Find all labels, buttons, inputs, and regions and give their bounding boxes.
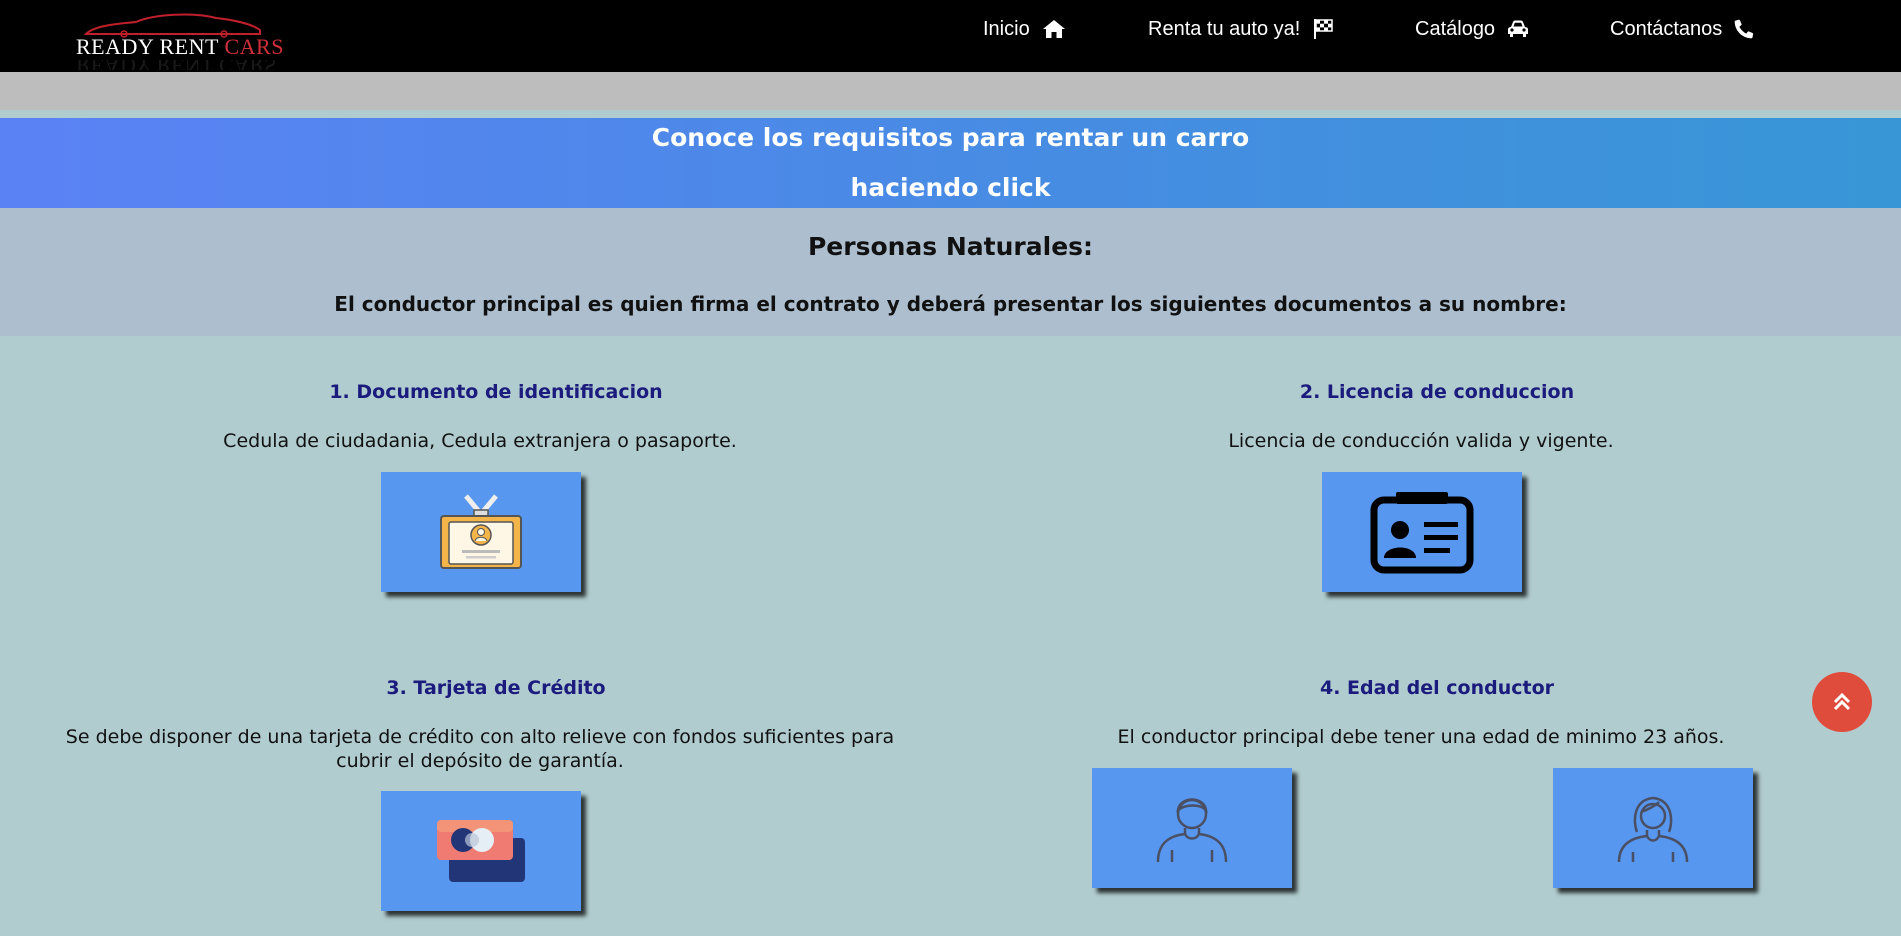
requirement-3-title: 3. Tarjeta de Crédito (386, 677, 606, 699)
requirement-4-card-female (1553, 768, 1753, 888)
id-badge-icon (440, 494, 522, 569)
navbar: READY RENT CARS READY RENT CARS Inicio R… (0, 0, 1901, 72)
nav-renta-label: Renta tu auto ya! (1148, 17, 1301, 40)
requirement-2-card (1322, 472, 1522, 592)
requirement-3-text: Se debe disponer de una tarjeta de crédi… (65, 726, 895, 772)
requirement-4-title: 4. Edad del conductor (1319, 677, 1555, 699)
nav-catalogo-label: Catálogo (1415, 17, 1496, 40)
nav-renta[interactable]: Renta tu auto ya! (1148, 16, 1334, 42)
requirement-2-title: 2. Licencia de conduccion (1299, 381, 1575, 403)
nav-contactanos-label: Contáctanos (1610, 17, 1723, 40)
section-subtitle: El conductor principal es quien firma el… (334, 292, 1567, 316)
phone-icon (1734, 19, 1754, 39)
credit-card-icon (437, 820, 525, 882)
car-icon (1508, 20, 1529, 37)
male-person-icon (1156, 798, 1228, 863)
requirement-3-card (381, 791, 581, 911)
requirement-1-title: 1. Documento de identificacion (329, 381, 663, 403)
nav-contactanos[interactable]: Contáctanos (1610, 16, 1754, 42)
brand-name: READY RENT CARS (76, 34, 284, 59)
scroll-to-top-button[interactable] (1812, 672, 1872, 732)
checkered-flag-icon (1314, 19, 1334, 39)
nav-inicio[interactable]: Inicio (983, 16, 1066, 42)
nav-catalogo[interactable]: Catálogo (1415, 16, 1529, 42)
banner-click-link[interactable]: haciendo click (0, 173, 1901, 202)
requirement-1-text: Cedula de ciudadania, Cedula extranjera … (223, 430, 737, 452)
double-chevron-up-icon (1833, 692, 1851, 711)
brand-logo[interactable]: READY RENT CARS READY RENT CARS (74, 8, 283, 70)
brand-reflection: READY RENT CARS (76, 60, 276, 70)
requirement-4-text: El conductor principal debe tener una ed… (1117, 726, 1725, 748)
requirement-4-card-male (1092, 768, 1292, 888)
driver-license-icon (1370, 492, 1474, 574)
banner-heading: Conoce los requisitos para rentar un car… (651, 123, 1250, 152)
section-title: Personas Naturales: (807, 232, 1094, 261)
home-icon (1042, 20, 1065, 38)
section-header: Personas Naturales: El conductor princip… (0, 208, 1901, 336)
nav-inicio-label: Inicio (983, 17, 1030, 40)
requirement-2-text: Licencia de conducción valida y vigente. (1228, 430, 1614, 452)
requirements-banner: Conoce los requisitos para rentar un car… (0, 118, 1901, 208)
grey-strip (0, 72, 1901, 110)
female-person-icon (1617, 796, 1689, 863)
requirement-1-card (381, 472, 581, 592)
